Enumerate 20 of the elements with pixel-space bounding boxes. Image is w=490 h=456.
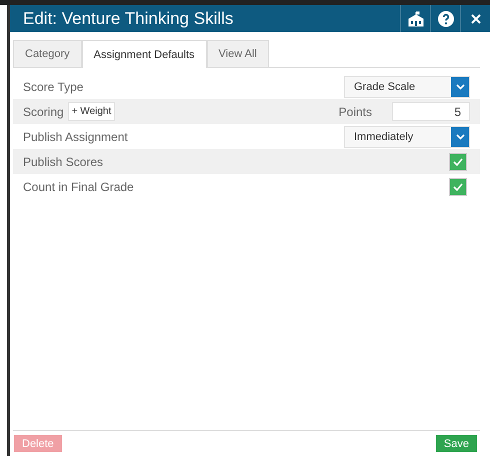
chevron-down-icon bbox=[456, 84, 464, 90]
row-label: Count in Final Grade bbox=[23, 180, 134, 194]
check-icon bbox=[453, 158, 463, 166]
tab[interactable]: Category bbox=[13, 40, 82, 67]
row-label: Publish Assignment bbox=[23, 130, 128, 144]
tab[interactable]: View All bbox=[206, 40, 269, 67]
checkbox[interactable] bbox=[449, 178, 467, 196]
tab[interactable]: Assignment Defaults bbox=[82, 40, 207, 68]
window-title: Edit: Venture Thinking Skills bbox=[22, 8, 234, 28]
check-icon bbox=[453, 182, 463, 190]
row-label: Score Type bbox=[23, 80, 84, 94]
weight-button[interactable]: + Weight bbox=[68, 102, 116, 121]
dropdown[interactable]: Immediately bbox=[344, 126, 470, 148]
checkbox[interactable] bbox=[449, 152, 467, 170]
chevron-down-icon bbox=[456, 134, 464, 140]
row-label: Publish Scores bbox=[23, 154, 104, 168]
points-field[interactable]: 5 bbox=[392, 102, 470, 121]
field-label: Points bbox=[338, 104, 372, 118]
row-label: Scoring bbox=[23, 104, 64, 118]
dropdown[interactable]: Grade Scale bbox=[344, 76, 470, 98]
